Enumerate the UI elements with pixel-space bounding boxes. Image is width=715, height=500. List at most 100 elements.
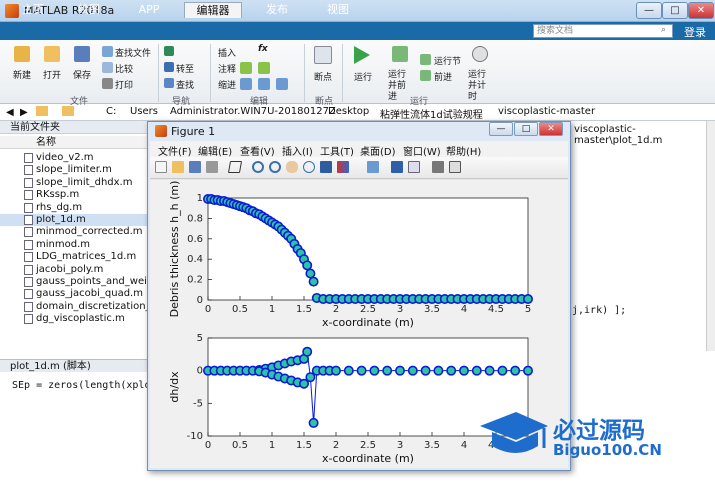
path-segment[interactable]: C: <box>106 106 116 117</box>
pan-hand-icon[interactable] <box>286 161 298 173</box>
search-docs-input[interactable]: 搜索文档 <box>533 24 673 38</box>
find-button[interactable]: 查找 <box>176 78 194 91</box>
link-plot-icon[interactable] <box>367 161 379 173</box>
data-cursor-icon[interactable] <box>320 161 332 173</box>
goto-button[interactable]: 转至 <box>176 62 194 75</box>
path-segment[interactable]: Administrator.WIN7U-20180127Z <box>170 106 336 117</box>
menu-file[interactable]: 文件(F) <box>158 143 192 158</box>
file-list-item[interactable]: LDG_matrices_1d.m <box>0 251 150 263</box>
breakpoints-button[interactable]: 断点 <box>314 70 332 83</box>
save-figure-icon[interactable] <box>189 161 201 173</box>
edit-plot-arrow-icon[interactable] <box>227 161 243 173</box>
file-list-item[interactable]: gauss_points_and_weights <box>0 276 169 288</box>
tab-home[interactable]: 主页 <box>8 2 58 18</box>
hide-tools-icon[interactable] <box>432 161 444 173</box>
tab-apps[interactable]: APP <box>124 2 174 18</box>
menu-desktop[interactable]: 桌面(D) <box>360 143 396 158</box>
menu-window[interactable]: 窗口(W) <box>403 143 441 158</box>
menu-tools[interactable]: 工具(T) <box>320 143 354 158</box>
menu-edit[interactable]: 编辑(E) <box>198 143 232 158</box>
x-tick-label: 2.5 <box>360 440 376 451</box>
menu-insert[interactable]: 插入(I) <box>282 143 313 158</box>
path-segment[interactable]: Desktop <box>328 106 369 117</box>
search-icon[interactable]: ⌕ <box>661 25 671 35</box>
comment-button[interactable]: 注释 <box>218 62 236 75</box>
figure-maximize-button[interactable]: □ <box>514 122 538 136</box>
brush-icon[interactable] <box>337 161 349 173</box>
name-column-label: 名称 <box>36 137 56 148</box>
uncomment-icon[interactable] <box>258 62 270 74</box>
path-segment[interactable]: Users <box>130 106 158 117</box>
file-list-item[interactable]: minmod_corrected.m <box>0 226 150 238</box>
path-segment[interactable]: viscoplastic-master <box>498 106 595 117</box>
file-list-item[interactable]: gauss_jacobi_quad.m <box>0 288 150 300</box>
advance-button[interactable]: 前进 <box>434 70 452 83</box>
run-button[interactable]: 运行 <box>354 70 372 83</box>
print-button[interactable]: 打印 <box>115 78 133 91</box>
smart-indent-icon[interactable] <box>276 78 288 90</box>
file-list-item[interactable]: slope_limit_dhdx.m <box>0 177 150 189</box>
open-file-icon[interactable] <box>172 161 184 173</box>
tab-publish[interactable]: 发布 <box>252 2 302 18</box>
tab-view[interactable]: 视图 <box>312 2 364 18</box>
file-list-item[interactable]: slope_limiter.m <box>0 164 150 176</box>
path-segment[interactable]: 粘弹性流体1d试验规程 <box>380 106 483 121</box>
run-icon <box>354 46 370 64</box>
folder-up-icon[interactable] <box>36 106 48 116</box>
tab-editor[interactable]: 编辑器 <box>184 2 242 18</box>
file-list-item[interactable]: RKssp.m <box>0 189 150 201</box>
back-arrow-icon[interactable]: ◀ <box>6 107 14 118</box>
close-button[interactable]: ✕ <box>688 2 714 19</box>
file-list-item[interactable]: domain_discretization_1d.m <box>0 301 176 313</box>
show-tools-icon[interactable] <box>449 161 461 173</box>
outdent-icon[interactable] <box>258 78 270 90</box>
find-files-button[interactable]: 查找文件 <box>115 46 151 59</box>
indent-icon[interactable] <box>240 78 252 90</box>
figure-minimize-button[interactable]: — <box>489 122 513 136</box>
file-list-item[interactable]: rhs_dg.m <box>0 202 150 214</box>
menu-view[interactable]: 查看(V) <box>240 143 275 158</box>
data-point <box>522 293 533 304</box>
maximize-button[interactable]: □ <box>662 2 688 19</box>
fx-button[interactable]: fx <box>258 44 268 54</box>
figure-close-button[interactable]: ✕ <box>539 122 563 136</box>
editor-code-line[interactable]: j,irk) ]; <box>572 305 626 316</box>
run-time-button[interactable]: 运行并计时 <box>468 70 494 103</box>
colorbar-icon[interactable] <box>391 161 403 173</box>
file-list-item[interactable]: minmod.m <box>0 239 150 251</box>
zoom-in-icon[interactable] <box>252 161 264 173</box>
m-file-icon <box>24 264 33 275</box>
insert-button[interactable]: 插入 <box>218 46 236 59</box>
file-list-item[interactable]: dg_viscoplastic.m <box>0 313 150 325</box>
file-list-item[interactable]: jacobi_poly.m <box>0 264 150 276</box>
indent-button[interactable]: 缩进 <box>218 78 236 91</box>
compare-button[interactable]: 比较 <box>115 62 133 75</box>
data-point <box>331 365 342 376</box>
m-file-icon <box>24 301 33 312</box>
new-button[interactable]: 新建 <box>13 68 31 81</box>
login-link[interactable]: 登录 <box>684 24 706 40</box>
minimize-button[interactable]: — <box>636 2 662 19</box>
run-section-button[interactable]: 运行节 <box>434 54 461 67</box>
browse-folder-icon[interactable] <box>62 106 74 116</box>
comment-percent-icon[interactable] <box>240 62 252 74</box>
watermark-url: Biguo100.CN <box>553 441 662 459</box>
file-list-item[interactable]: video_v2.m <box>0 152 150 164</box>
y-tick-label: -5 <box>193 398 203 409</box>
data-point <box>433 365 444 376</box>
files-column-header[interactable]: 名称 <box>0 136 150 149</box>
legend-icon[interactable] <box>408 161 420 173</box>
new-figure-icon[interactable] <box>155 161 167 173</box>
editor-scrollbar[interactable] <box>706 121 715 351</box>
save-button[interactable]: 保存 <box>73 68 91 81</box>
tab-plots[interactable]: 绘图 <box>64 2 114 18</box>
file-list-item[interactable]: plot_1d.m <box>0 214 150 226</box>
menu-help[interactable]: 帮助(H) <box>446 143 481 158</box>
forward-arrow-icon[interactable]: ▶ <box>20 107 28 118</box>
print-figure-icon[interactable] <box>206 161 218 173</box>
rotate-3d-icon[interactable] <box>303 161 315 173</box>
navigate-back-icon[interactable] <box>164 46 174 56</box>
zoom-out-icon[interactable] <box>269 161 281 173</box>
m-file-icon <box>24 202 33 213</box>
open-button[interactable]: 打开 <box>43 68 61 81</box>
